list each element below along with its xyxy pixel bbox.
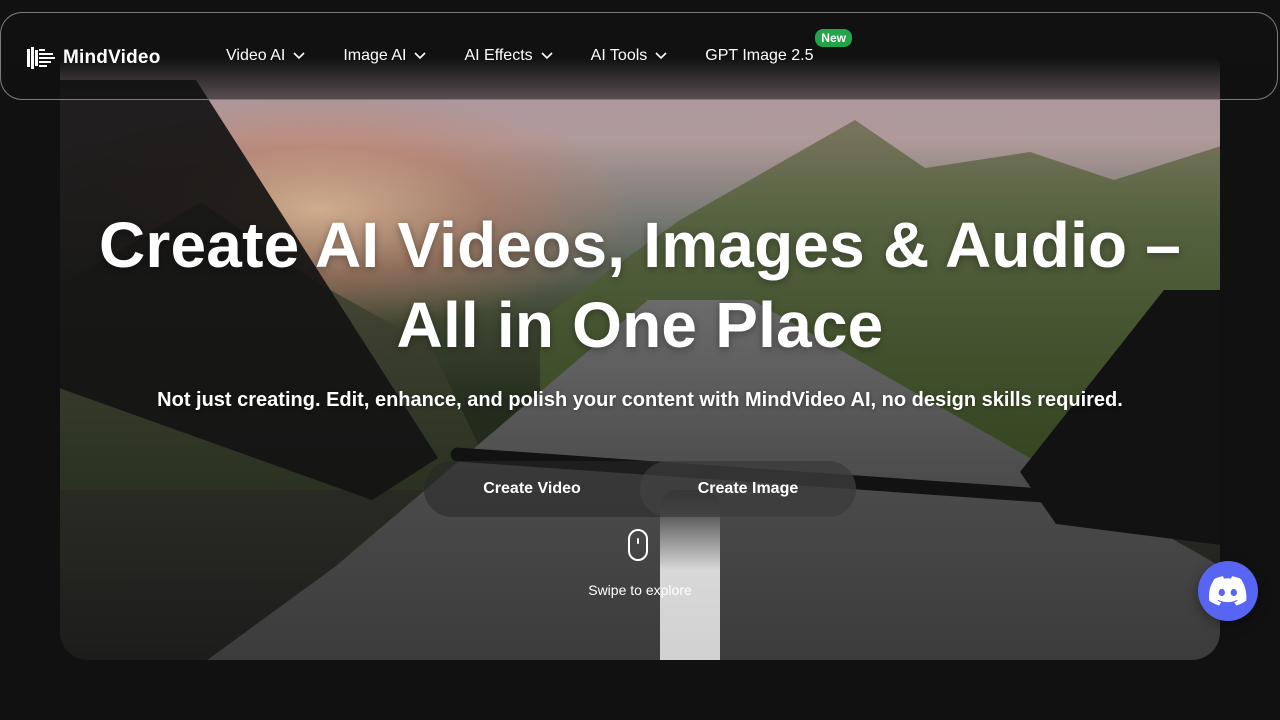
mindvideo-logo-icon [27,47,55,69]
chevron-down-icon [414,52,427,60]
nav-item-label: AI Tools [590,47,648,64]
hero-headline-line-1: Create AI Videos, Images & Audio – [98,209,1182,281]
nav-item-ai-tools[interactable]: AI Tools [591,47,668,65]
nav-item-video-ai[interactable]: Video AI [226,47,305,65]
hero-headline-line-2: All in One Place [396,289,884,361]
nav-item-image-ai[interactable]: Image AI [343,47,427,65]
hero-headline: Create AI Videos, Images & Audio – All i… [0,205,1280,365]
discord-icon [1209,576,1247,606]
brand-name: MindVideo [63,47,161,68]
create-video-button[interactable]: Create Video [424,461,640,517]
nav-item-ai-effects[interactable]: AI Effects [464,47,553,65]
discord-button[interactable] [1198,561,1258,621]
hero-subtitle: Not just creating. Edit, enhance, and po… [157,389,1123,411]
nav-item-gpt-image[interactable]: GPT Image 2.5 New [705,29,852,65]
create-image-button[interactable]: Create Image [640,461,856,517]
chevron-down-icon [293,52,305,60]
scroll-mouse-icon [628,529,648,561]
chevron-down-icon [655,52,667,60]
nav-item-label: Image AI [343,47,407,64]
nav-item-label: Video AI [226,47,286,64]
new-badge: New [815,29,852,47]
main-navigation: Video AI Image AI AI Effects AI Tools GP… [226,29,852,65]
nav-item-label: GPT Image 2.5 [705,47,814,64]
brand-logo[interactable]: MindVideo [27,45,161,71]
chevron-down-icon [541,52,553,60]
top-navbar: MindVideo Video AI Image AI AI Effects A… [0,12,1278,100]
nav-item-label: AI Effects [464,47,533,64]
hero-cta-group: Create Video Create Image [424,461,856,517]
swipe-hint: Swipe to explore [588,582,692,598]
